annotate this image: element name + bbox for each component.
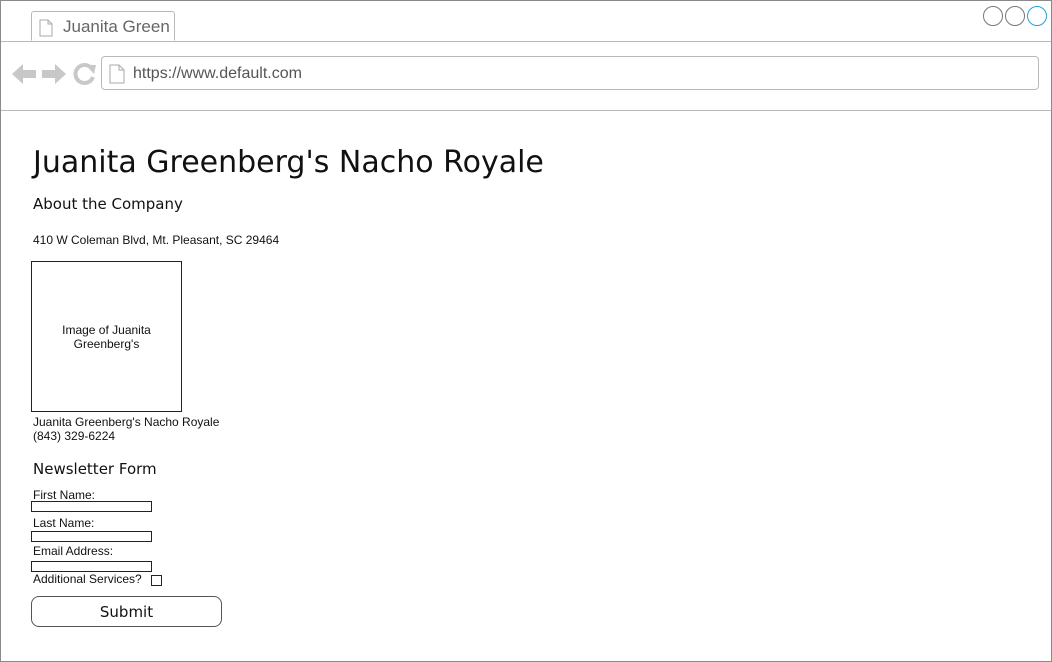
about-heading: About the Company bbox=[33, 195, 183, 213]
maximize-button[interactable] bbox=[1027, 6, 1047, 26]
window-controls bbox=[981, 6, 1047, 26]
email-label: Email Address: bbox=[33, 544, 114, 558]
first-name-input[interactable] bbox=[31, 501, 152, 512]
minimize-button[interactable] bbox=[983, 6, 1003, 26]
additional-services-label: Additional Services? bbox=[33, 572, 142, 586]
submit-button[interactable]: Submit bbox=[31, 596, 222, 627]
company-phone: (843) 329-6224 bbox=[33, 429, 116, 443]
email-input[interactable] bbox=[31, 561, 152, 572]
image-placeholder-label: Image of Juanita Greenberg's bbox=[62, 322, 151, 351]
browser-tab[interactable]: Juanita Green bbox=[31, 11, 175, 41]
reload-icon[interactable] bbox=[71, 62, 97, 91]
back-arrow-icon[interactable] bbox=[11, 62, 37, 91]
last-name-label: Last Name: bbox=[33, 516, 95, 530]
company-image: Image of Juanita Greenberg's bbox=[31, 261, 182, 412]
restore-button[interactable] bbox=[1005, 6, 1025, 26]
tab-title: Juanita Green bbox=[63, 17, 170, 36]
page-icon bbox=[109, 64, 125, 89]
company-name: Juanita Greenberg's Nacho Royale bbox=[33, 415, 220, 429]
page-content: Juanita Greenberg's Nacho Royale About t… bbox=[1, 111, 1051, 661]
additional-services-checkbox[interactable] bbox=[151, 575, 162, 586]
navigation-bar: https://www.default.com bbox=[1, 42, 1051, 111]
newsletter-form-heading: Newsletter Form bbox=[33, 460, 157, 478]
last-name-input[interactable] bbox=[31, 531, 152, 542]
page-icon bbox=[39, 19, 53, 42]
page-title: Juanita Greenberg's Nacho Royale bbox=[33, 145, 544, 180]
company-address: 410 W Coleman Blvd, Mt. Pleasant, SC 294… bbox=[33, 233, 280, 247]
forward-arrow-icon[interactable] bbox=[41, 62, 67, 91]
browser-window: Juanita Green https://www.default.com Ju… bbox=[0, 0, 1052, 662]
url-text[interactable]: https://www.default.com bbox=[133, 65, 302, 83]
first-name-label: First Name: bbox=[33, 488, 96, 502]
address-bar[interactable]: https://www.default.com bbox=[101, 56, 1039, 90]
tab-bar: Juanita Green bbox=[1, 1, 1051, 42]
